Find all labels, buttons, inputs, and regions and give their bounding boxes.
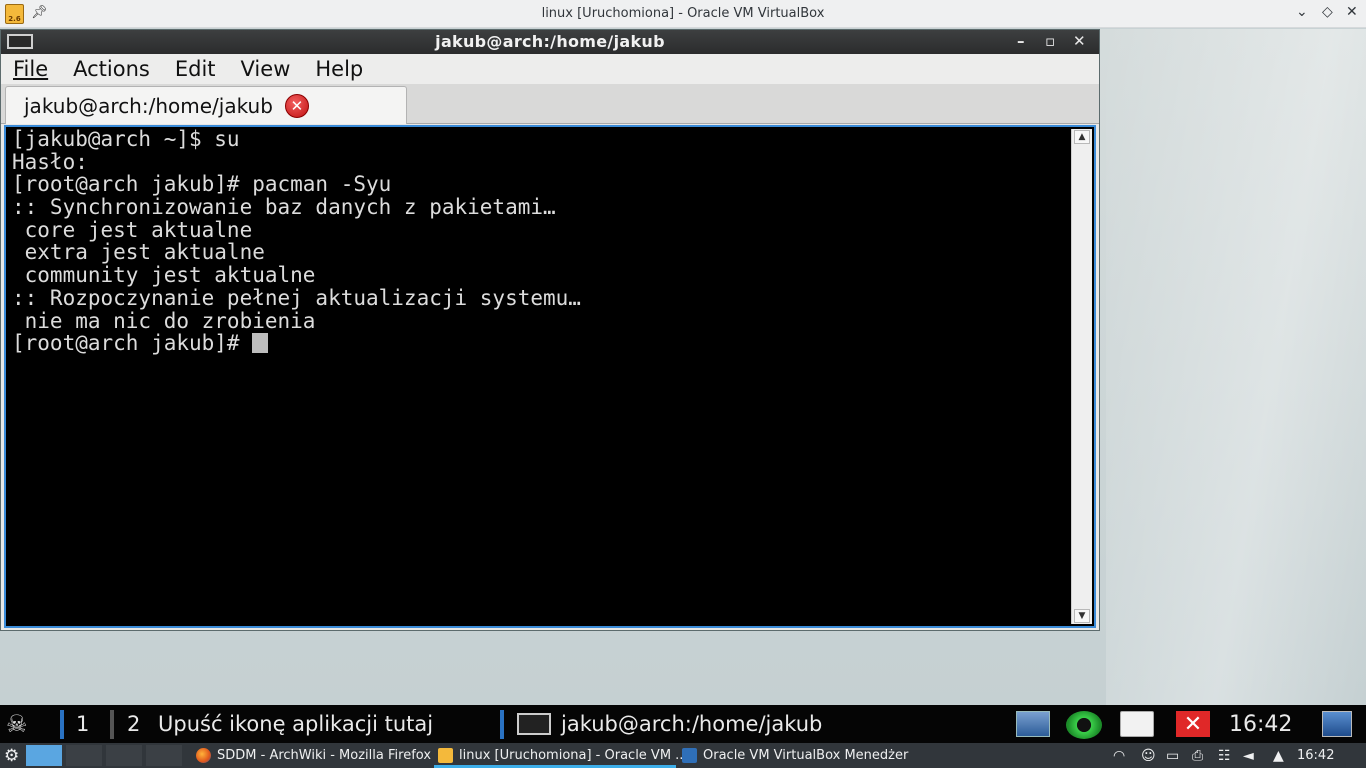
terminal-text[interactable]: [jakub@arch ~]$ su Hasło: [root@arch jakub…: [12, 128, 1067, 623]
taskbar-terminal-button[interactable]: jakub@arch:/home/jakub: [517, 705, 822, 743]
terminal-window: jakub@arch:/home/jakub – ▫ ✕ File Action…: [0, 29, 1100, 631]
desktop-2-button[interactable]: 2: [127, 705, 140, 743]
launchbar-drop-hint: Upuść ikonę aplikacji tutaj: [158, 712, 434, 736]
terminal-line: :: Rozpoczynanie pełnej aktualizacji sys…: [12, 285, 581, 310]
show-desktop-icon[interactable]: [1322, 711, 1352, 737]
pager-desktop-2[interactable]: [66, 745, 102, 766]
terminal-line: extra jest aktualne: [12, 240, 265, 265]
tab-close-icon[interactable]: ✕: [284, 93, 309, 118]
task-firefox-label: SDDM - ArchWiki - Mozilla Firefox: [217, 748, 432, 763]
terminal-close-icon[interactable]: ✕: [1073, 32, 1086, 50]
menu-actions[interactable]: Actions: [73, 57, 150, 81]
task-virtualbox-manager[interactable]: Oracle VM VirtualBox Menedżer: [682, 743, 908, 768]
removable-media-icon[interactable]: [1120, 711, 1154, 737]
terminal-line: [root@arch jakub]#: [12, 332, 1067, 355]
terminal-tab-label: jakub@arch:/home/jakub: [24, 93, 273, 118]
clipboard-icon[interactable]: ☷: [1218, 748, 1231, 764]
terminal-scrollbar[interactable]: ▲ ▼: [1071, 129, 1092, 624]
logout-icon[interactable]: ✕: [1176, 711, 1210, 737]
terminal-line: community jest aktualne: [12, 263, 316, 288]
panel-separator: [110, 710, 114, 739]
terminal-icon: [517, 713, 551, 735]
task-virtualbox-manager-label: Oracle VM VirtualBox Menedżer: [703, 748, 909, 763]
network-icon[interactable]: [1016, 711, 1050, 737]
terminal-line: :: Synchronizowanie baz danych z pakieta…: [12, 195, 556, 220]
terminal-titlebar[interactable]: jakub@arch:/home/jakub – ▫ ✕: [1, 30, 1099, 54]
scroll-up-icon[interactable]: ▲: [1074, 130, 1090, 144]
terminal-line: [root@arch jakub]# pacman -Syu: [12, 172, 392, 197]
terminal-line: [jakub@arch ~]$ su: [12, 128, 240, 151]
kde-launcher-icon[interactable]: ⚙: [4, 743, 19, 768]
terminal-line: nie ma nic do zrobienia: [12, 308, 316, 333]
terminal-cursor: [252, 333, 269, 354]
terminal-title: jakub@arch:/home/jakub: [435, 32, 665, 51]
maximize-icon[interactable]: ◇: [1322, 4, 1333, 20]
wallpaper-highlight: [1106, 29, 1366, 705]
terminal-line: core jest aktualne: [12, 217, 253, 242]
terminal-tabbar: jakub@arch:/home/jakub ✕: [1, 84, 1099, 124]
host-window-titlebar: 2.6 📌︎ linux [Uruchomiona] - Oracle VM V…: [0, 0, 1366, 28]
terminal-output[interactable]: [jakub@arch ~]$ su Hasło: [root@arch jakub…: [4, 125, 1096, 628]
menu-view[interactable]: View: [241, 57, 291, 81]
user-icon[interactable]: ☺: [1141, 748, 1156, 764]
tray-expand-icon[interactable]: ▲: [1273, 748, 1284, 764]
firefox-icon: [196, 748, 211, 763]
menu-file[interactable]: File: [13, 57, 48, 81]
pager-desktop-4[interactable]: [146, 745, 182, 766]
panel-separator: [60, 710, 64, 739]
desktop-1-button[interactable]: 1: [76, 705, 89, 743]
scroll-down-icon[interactable]: ▼: [1074, 609, 1090, 623]
menu-help[interactable]: Help: [315, 57, 363, 81]
wifi-icon[interactable]: ◠: [1113, 748, 1125, 764]
host-window-title: linux [Uruchomiona] - Oracle VM VirtualB…: [541, 6, 825, 21]
guest-panel: ☠ 1 2 Upuść ikonę aplikacji tutaj jakub@…: [0, 705, 1366, 743]
terminal-minimize-icon[interactable]: –: [1017, 32, 1025, 50]
pager-desktop-3[interactable]: [106, 745, 142, 766]
host-taskbar: ⚙ SDDM - ArchWiki - Mozilla Firefox linu…: [0, 743, 1366, 768]
update-notifier-icon[interactable]: [1066, 711, 1102, 739]
virtualbox-manager-icon: [682, 748, 697, 763]
pager-desktop-1[interactable]: [26, 745, 62, 766]
virtualbox-vm-icon: [438, 748, 453, 763]
task-virtualbox-vm-label: linux [Uruchomiona] - Oracle VM ...: [459, 748, 688, 763]
arch-menu-icon[interactable]: ☠: [6, 705, 46, 743]
minimize-icon[interactable]: ⌄: [1296, 4, 1308, 20]
host-clock[interactable]: 16:42: [1297, 743, 1334, 768]
terminal-line: Hasło:: [12, 149, 88, 174]
printer-icon[interactable]: ⎙: [1192, 748, 1203, 764]
guest-clock[interactable]: 16:42: [1229, 705, 1292, 743]
panel-separator: [500, 710, 504, 739]
taskbar-terminal-label: jakub@arch:/home/jakub: [561, 712, 823, 736]
terminal-maximize-icon[interactable]: ▫: [1045, 32, 1055, 50]
terminal-menubar: File Actions Edit View Help: [1, 54, 1099, 84]
volume-icon[interactable]: ◄: [1243, 748, 1254, 764]
menu-edit[interactable]: Edit: [175, 57, 216, 81]
menu-file-mnemonic: File: [13, 57, 49, 81]
battery-icon[interactable]: ▭: [1166, 748, 1179, 764]
close-icon[interactable]: ✕: [1346, 4, 1358, 20]
terminal-tab[interactable]: jakub@arch:/home/jakub ✕: [5, 86, 407, 124]
task-firefox[interactable]: SDDM - ArchWiki - Mozilla Firefox: [196, 743, 431, 768]
